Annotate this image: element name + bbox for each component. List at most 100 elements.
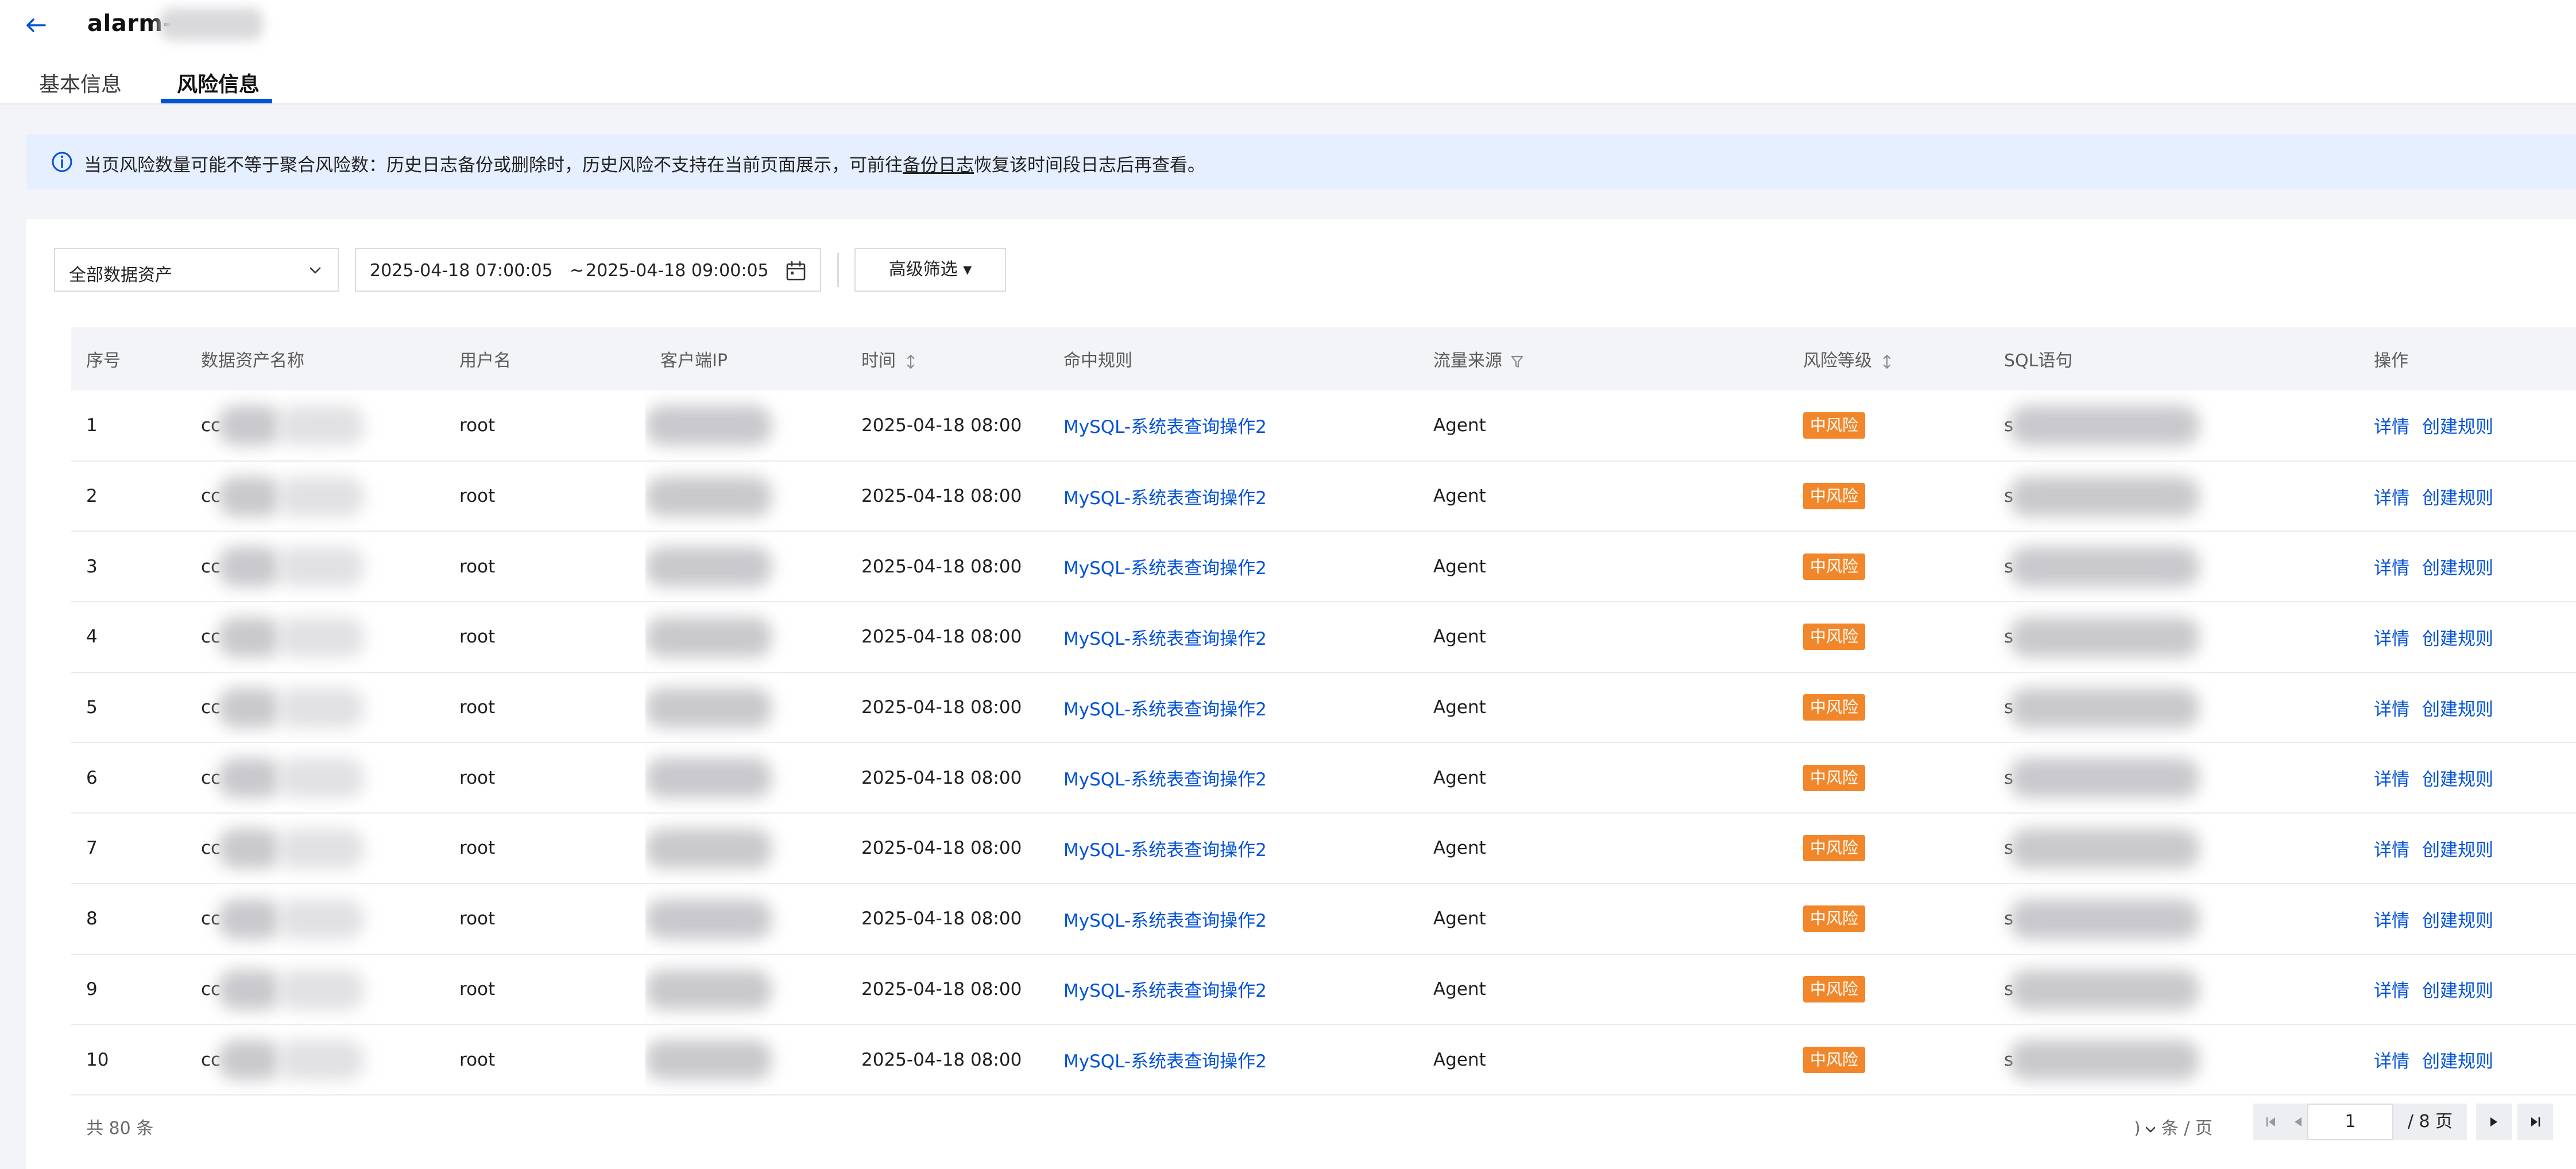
page-number-input[interactable]: 1	[2307, 1104, 2393, 1140]
row-index: 8	[71, 883, 186, 955]
asset-select[interactable]: 全部数据资产	[54, 248, 339, 292]
row-username: root	[444, 1024, 645, 1096]
hit-rule-link[interactable]: MySQL-系统表查询操作2	[1063, 629, 1267, 649]
page-size-select[interactable]: ) 条 / 页	[2134, 1114, 2213, 1139]
row-actions: 详情 创建规则	[2359, 813, 2576, 884]
row-actions: 详情 创建规则	[2359, 390, 2576, 462]
redacted-asset	[278, 758, 364, 799]
hit-rule-link[interactable]: MySQL-系统表查询操作2	[1063, 1051, 1267, 1072]
asset-name-text: cc	[201, 556, 221, 577]
detail-link[interactable]: 详情	[2374, 558, 2409, 579]
row-risk-level: 中风险	[1788, 460, 1989, 532]
asset-name-text: cc	[201, 415, 221, 436]
row-client-ip	[645, 742, 846, 814]
detail-link[interactable]: 详情	[2374, 417, 2409, 438]
create-rule-link[interactable]: 创建规则	[2422, 981, 2493, 1001]
hit-rule-link[interactable]: MySQL-系统表查询操作2	[1063, 769, 1267, 790]
asset-name-text: cc	[201, 908, 221, 930]
next-page-button[interactable]	[2476, 1104, 2512, 1140]
asset-name-text: cc	[201, 978, 221, 1000]
asset-name-text: cc	[201, 486, 221, 507]
row-traffic-source: Agent	[1418, 954, 1788, 1025]
row-sql: s	[1989, 813, 2359, 884]
hit-rule-link[interactable]: MySQL-系统表查询操作2	[1063, 558, 1267, 579]
col-time[interactable]: 时间	[846, 327, 1049, 390]
col-hit-rule: 命中规则	[1049, 327, 1418, 390]
redacted-ip	[645, 829, 772, 869]
hit-rule-link[interactable]: MySQL-系统表查询操作2	[1063, 911, 1267, 931]
hit-rule-link[interactable]: MySQL-系统表查询操作2	[1063, 699, 1267, 720]
back-arrow-icon[interactable]	[24, 14, 47, 37]
row-client-ip	[645, 390, 846, 462]
table-row: 1 cc root 2025-04-18 08:00 MySQL-系统表查询操作2 Age…	[71, 390, 2576, 462]
detail-link[interactable]: 详情	[2374, 769, 2409, 790]
table-row: 9 cc root 2025-04-18 08:00 MySQL-系统表查询操作2 Age…	[71, 954, 2576, 1025]
info-icon	[52, 152, 72, 172]
redacted-ip	[645, 617, 772, 658]
detail-link[interactable]: 详情	[2374, 488, 2409, 509]
hit-rule-link[interactable]: MySQL-系统表查询操作2	[1063, 417, 1267, 438]
create-rule-link[interactable]: 创建规则	[2422, 1051, 2493, 1072]
sort-icon[interactable]	[904, 354, 918, 370]
col-traffic-source[interactable]: 流量来源	[1418, 327, 1788, 390]
row-asset-name: cc	[186, 390, 444, 462]
row-client-ip	[645, 531, 846, 603]
detail-link[interactable]: 详情	[2374, 699, 2409, 720]
risk-badge: 中风险	[1803, 553, 1866, 580]
backup-log-link[interactable]: 备份日志	[903, 155, 974, 176]
redacted-ip	[645, 405, 772, 446]
row-time: 2025-04-18 08:00	[846, 954, 1049, 1025]
row-sql: s	[1989, 531, 2359, 603]
filter-icon[interactable]	[1510, 354, 1524, 370]
table-row: 5 cc root 2025-04-18 08:00 MySQL-系统表查询操作2 Age…	[71, 672, 2576, 744]
detail-link[interactable]: 详情	[2374, 911, 2409, 931]
row-traffic-source: Agent	[1418, 602, 1788, 673]
tab-basic-info[interactable]: 基本信息	[39, 68, 122, 98]
hit-rule-link[interactable]: MySQL-系统表查询操作2	[1063, 840, 1267, 861]
col-risk-level[interactable]: 风险等级	[1788, 327, 1989, 390]
prev-page-button[interactable]	[2289, 1104, 2307, 1140]
hit-rule-link[interactable]: MySQL-系统表查询操作2	[1063, 488, 1267, 509]
create-rule-link[interactable]: 创建规则	[2422, 840, 2493, 861]
hit-rule-link[interactable]: MySQL-系统表查询操作2	[1063, 981, 1267, 1001]
row-hit-rule: MySQL-系统表查询操作2	[1049, 460, 1418, 532]
detail-link[interactable]: 详情	[2374, 629, 2409, 649]
sort-icon[interactable]	[1880, 354, 1894, 370]
create-rule-link[interactable]: 创建规则	[2422, 699, 2493, 720]
table-body: 1 cc root 2025-04-18 08:00 MySQL-系统表查询操作2 Age…	[71, 390, 2576, 1096]
row-time: 2025-04-18 08:00	[846, 672, 1049, 744]
row-time: 2025-04-18 08:00	[846, 883, 1049, 955]
asset-name-text: cc	[201, 1049, 221, 1070]
row-time: 2025-04-18 08:00	[846, 531, 1049, 603]
row-traffic-source: Agent	[1418, 390, 1788, 462]
date-end: 2025-04-18 09:00:05	[586, 261, 769, 281]
row-index: 6	[71, 742, 186, 814]
row-index: 3	[71, 531, 186, 603]
table-row: 3 cc root 2025-04-18 08:00 MySQL-系统表查询操作2 Age…	[71, 531, 2576, 603]
row-risk-level: 中风险	[1788, 954, 1989, 1025]
detail-link[interactable]: 详情	[2374, 840, 2409, 861]
col-risk-level-label: 风险等级	[1803, 351, 1872, 371]
redacted-title-suffix	[160, 8, 263, 40]
last-page-button[interactable]	[2517, 1104, 2553, 1140]
row-username: root	[444, 602, 645, 673]
row-hit-rule: MySQL-系统表查询操作2	[1049, 1024, 1418, 1096]
create-rule-link[interactable]: 创建规则	[2422, 911, 2493, 931]
create-rule-link[interactable]: 创建规则	[2422, 629, 2493, 649]
tab-risk-info[interactable]: 风险信息	[177, 68, 260, 98]
first-page-button[interactable]	[2253, 1104, 2289, 1140]
create-rule-link[interactable]: 创建规则	[2422, 769, 2493, 790]
row-sql: s	[1989, 602, 2359, 673]
date-range-picker[interactable]: 2025-04-18 07:00:05 ~ 2025-04-18 09:00:0…	[355, 248, 821, 292]
risk-badge: 中风险	[1803, 976, 1866, 1002]
create-rule-link[interactable]: 创建规则	[2422, 417, 2493, 438]
create-rule-link[interactable]: 创建规则	[2422, 488, 2493, 509]
detail-link[interactable]: 详情	[2374, 1051, 2409, 1072]
row-client-ip	[645, 954, 846, 1025]
detail-link[interactable]: 详情	[2374, 981, 2409, 1001]
redacted-asset	[218, 617, 281, 658]
redacted-sql	[2010, 758, 2199, 799]
calendar-icon[interactable]	[784, 260, 807, 282]
advanced-filter-button[interactable]: 高级筛选 ▾	[854, 248, 1006, 292]
create-rule-link[interactable]: 创建规则	[2422, 558, 2493, 579]
